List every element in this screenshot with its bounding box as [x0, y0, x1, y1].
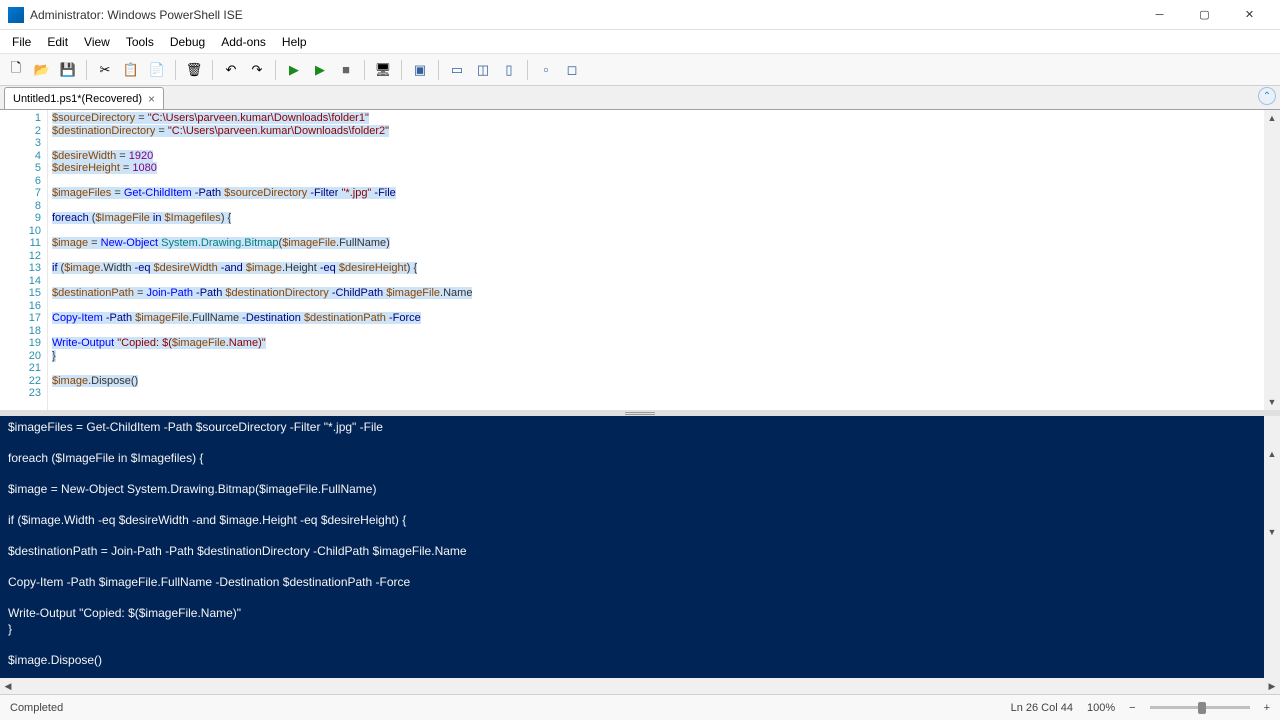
scroll-up-icon[interactable]: ▲ [1264, 447, 1280, 463]
toolbar-separator [364, 60, 365, 80]
console-horizontal-scrollbar[interactable]: ◀ ▶ [0, 678, 1280, 694]
tab-close-icon[interactable]: × [148, 92, 155, 106]
script-editor[interactable]: 1234567891011121314151617181920212223 $s… [0, 110, 1280, 410]
undo-icon[interactable]: ↶ [219, 58, 243, 82]
menu-file[interactable]: File [4, 33, 39, 51]
line-number-gutter: 1234567891011121314151617181920212223 [0, 110, 48, 410]
zoom-in-icon[interactable]: + [1264, 702, 1270, 714]
editor-tabs: Untitled1.ps1*(Recovered) × ⌃ [0, 86, 1280, 110]
new-file-icon[interactable]: 🗋 [4, 58, 28, 82]
scroll-right-icon[interactable]: ▶ [1264, 678, 1280, 694]
zoom-slider[interactable] [1150, 706, 1250, 709]
cursor-position: Ln 26 Col 44 [1011, 702, 1073, 714]
toolbar: 🗋 📂 💾 ✂ 📋 📄 🗑 ↶ ↷ ▶ ▶ ■ 🖥 ▣ ▭ ◫ ▯ ▫ ◻ [0, 54, 1280, 86]
toolbar-separator [275, 60, 276, 80]
status-text: Completed [10, 702, 1011, 714]
menu-addons[interactable]: Add-ons [213, 33, 274, 51]
toolbar-separator [86, 60, 87, 80]
pane-layout-4-icon[interactable]: ▫ [534, 58, 558, 82]
expand-script-pane-icon[interactable]: ⌃ [1258, 87, 1276, 105]
menu-view[interactable]: View [76, 33, 118, 51]
scroll-track[interactable] [1264, 126, 1280, 394]
tab-label: Untitled1.ps1*(Recovered) [13, 93, 142, 105]
code-content[interactable]: $sourceDirectory = "C:\Users\parveen.kum… [48, 110, 1264, 410]
toolbar-separator [212, 60, 213, 80]
paste-icon[interactable]: 📄 [145, 58, 169, 82]
save-file-icon[interactable]: 💾 [56, 58, 80, 82]
editor-vertical-scrollbar[interactable]: ▲ ▼ [1264, 110, 1280, 410]
run-selection-icon[interactable]: ▶ [308, 58, 332, 82]
zoom-slider-thumb[interactable] [1198, 702, 1206, 714]
zoom-out-icon[interactable]: − [1129, 702, 1135, 714]
toolbar-separator [527, 60, 528, 80]
toolbar-separator [401, 60, 402, 80]
titlebar: Administrator: Windows PowerShell ISE ─ … [0, 0, 1280, 30]
toolbar-separator [438, 60, 439, 80]
pane-layout-1-icon[interactable]: ▭ [445, 58, 469, 82]
menu-edit[interactable]: Edit [39, 33, 76, 51]
close-button[interactable]: ✕ [1227, 0, 1272, 30]
window-controls: ─ ▢ ✕ [1137, 0, 1272, 30]
clear-icon[interactable]: 🗑 [182, 58, 206, 82]
window-title: Administrator: Windows PowerShell ISE [30, 8, 1137, 22]
menu-help[interactable]: Help [274, 33, 315, 51]
scroll-track[interactable] [16, 678, 1264, 694]
pane-layout-2-icon[interactable]: ◫ [471, 58, 495, 82]
scroll-left-icon[interactable]: ◀ [0, 678, 16, 694]
status-bar: Completed Ln 26 Col 44 100% − + [0, 694, 1280, 720]
console-pane[interactable]: $imageFiles = Get-ChildItem -Path $sourc… [0, 416, 1280, 678]
tab-untitled1[interactable]: Untitled1.ps1*(Recovered) × [4, 87, 164, 109]
powershell-ise-icon [8, 7, 24, 23]
toolbar-separator [175, 60, 176, 80]
scroll-down-icon[interactable]: ▼ [1264, 525, 1280, 541]
open-file-icon[interactable]: 📂 [30, 58, 54, 82]
redo-icon[interactable]: ↷ [245, 58, 269, 82]
menu-tools[interactable]: Tools [118, 33, 162, 51]
maximize-button[interactable]: ▢ [1182, 0, 1227, 30]
console-icon[interactable]: ▣ [408, 58, 432, 82]
stop-icon[interactable]: ■ [334, 58, 358, 82]
copy-icon[interactable]: 📋 [119, 58, 143, 82]
scroll-down-icon[interactable]: ▼ [1264, 394, 1280, 410]
cut-icon[interactable]: ✂ [93, 58, 117, 82]
menubar: File Edit View Tools Debug Add-ons Help [0, 30, 1280, 54]
remote-icon[interactable]: 🖥 [371, 58, 395, 82]
pane-layout-5-icon[interactable]: ◻ [560, 58, 584, 82]
scroll-up-icon[interactable]: ▲ [1264, 110, 1280, 126]
pane-layout-3-icon[interactable]: ▯ [497, 58, 521, 82]
minimize-button[interactable]: ─ [1137, 0, 1182, 30]
splitter-handle-icon [625, 412, 655, 415]
run-script-icon[interactable]: ▶ [282, 58, 306, 82]
zoom-level: 100% [1087, 702, 1115, 714]
menu-debug[interactable]: Debug [162, 33, 213, 51]
console-vertical-scrollbar[interactable]: ▲ ▼ [1264, 416, 1280, 678]
